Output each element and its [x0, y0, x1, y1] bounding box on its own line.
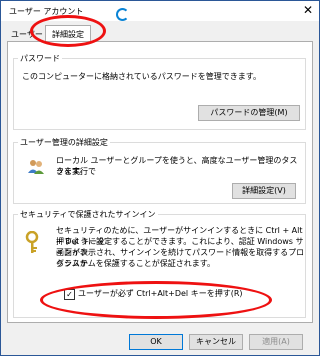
password-description: このコンピューターに格納されているパスワードを管理できます。	[22, 72, 261, 81]
apply-button[interactable]: 適用(A)	[249, 334, 303, 350]
users-icon	[26, 157, 46, 179]
user-management-group: ユーザー管理の詳細設定 ローカル ユーザーとグループを使うと、高度なユーザー管理…	[13, 137, 306, 204]
password-group: パスワード このコンピューターに格納されているパスワードを管理できます。 パスワ…	[13, 53, 306, 130]
user-management-description-2: きます。	[56, 167, 88, 176]
key-icon	[24, 230, 44, 257]
user-management-group-label: ユーザー管理の詳細設定	[18, 137, 110, 148]
cancel-button[interactable]: キャンセル	[189, 334, 243, 350]
highlight-ellipse-tab	[30, 15, 106, 47]
advanced-settings-button[interactable]: 詳細設定(V)	[232, 183, 296, 199]
user-management-description-1: ローカル ユーザーとグループを使うと、高度なユーザー管理のタスクを実行で	[56, 156, 298, 176]
secure-signin-group-label: セキュリティで保護されたサインイン	[18, 209, 158, 220]
close-button[interactable]: ✕	[303, 3, 313, 17]
manage-passwords-button[interactable]: パスワードの管理(M)	[198, 105, 300, 121]
loading-spinner-icon	[116, 8, 129, 21]
password-group-label: パスワード	[18, 53, 62, 64]
ok-button[interactable]: OK	[129, 334, 183, 350]
highlight-ellipse-checkbox	[40, 281, 272, 319]
secure-signin-text-4: らシステムを保護することが保証されます。	[56, 259, 215, 268]
